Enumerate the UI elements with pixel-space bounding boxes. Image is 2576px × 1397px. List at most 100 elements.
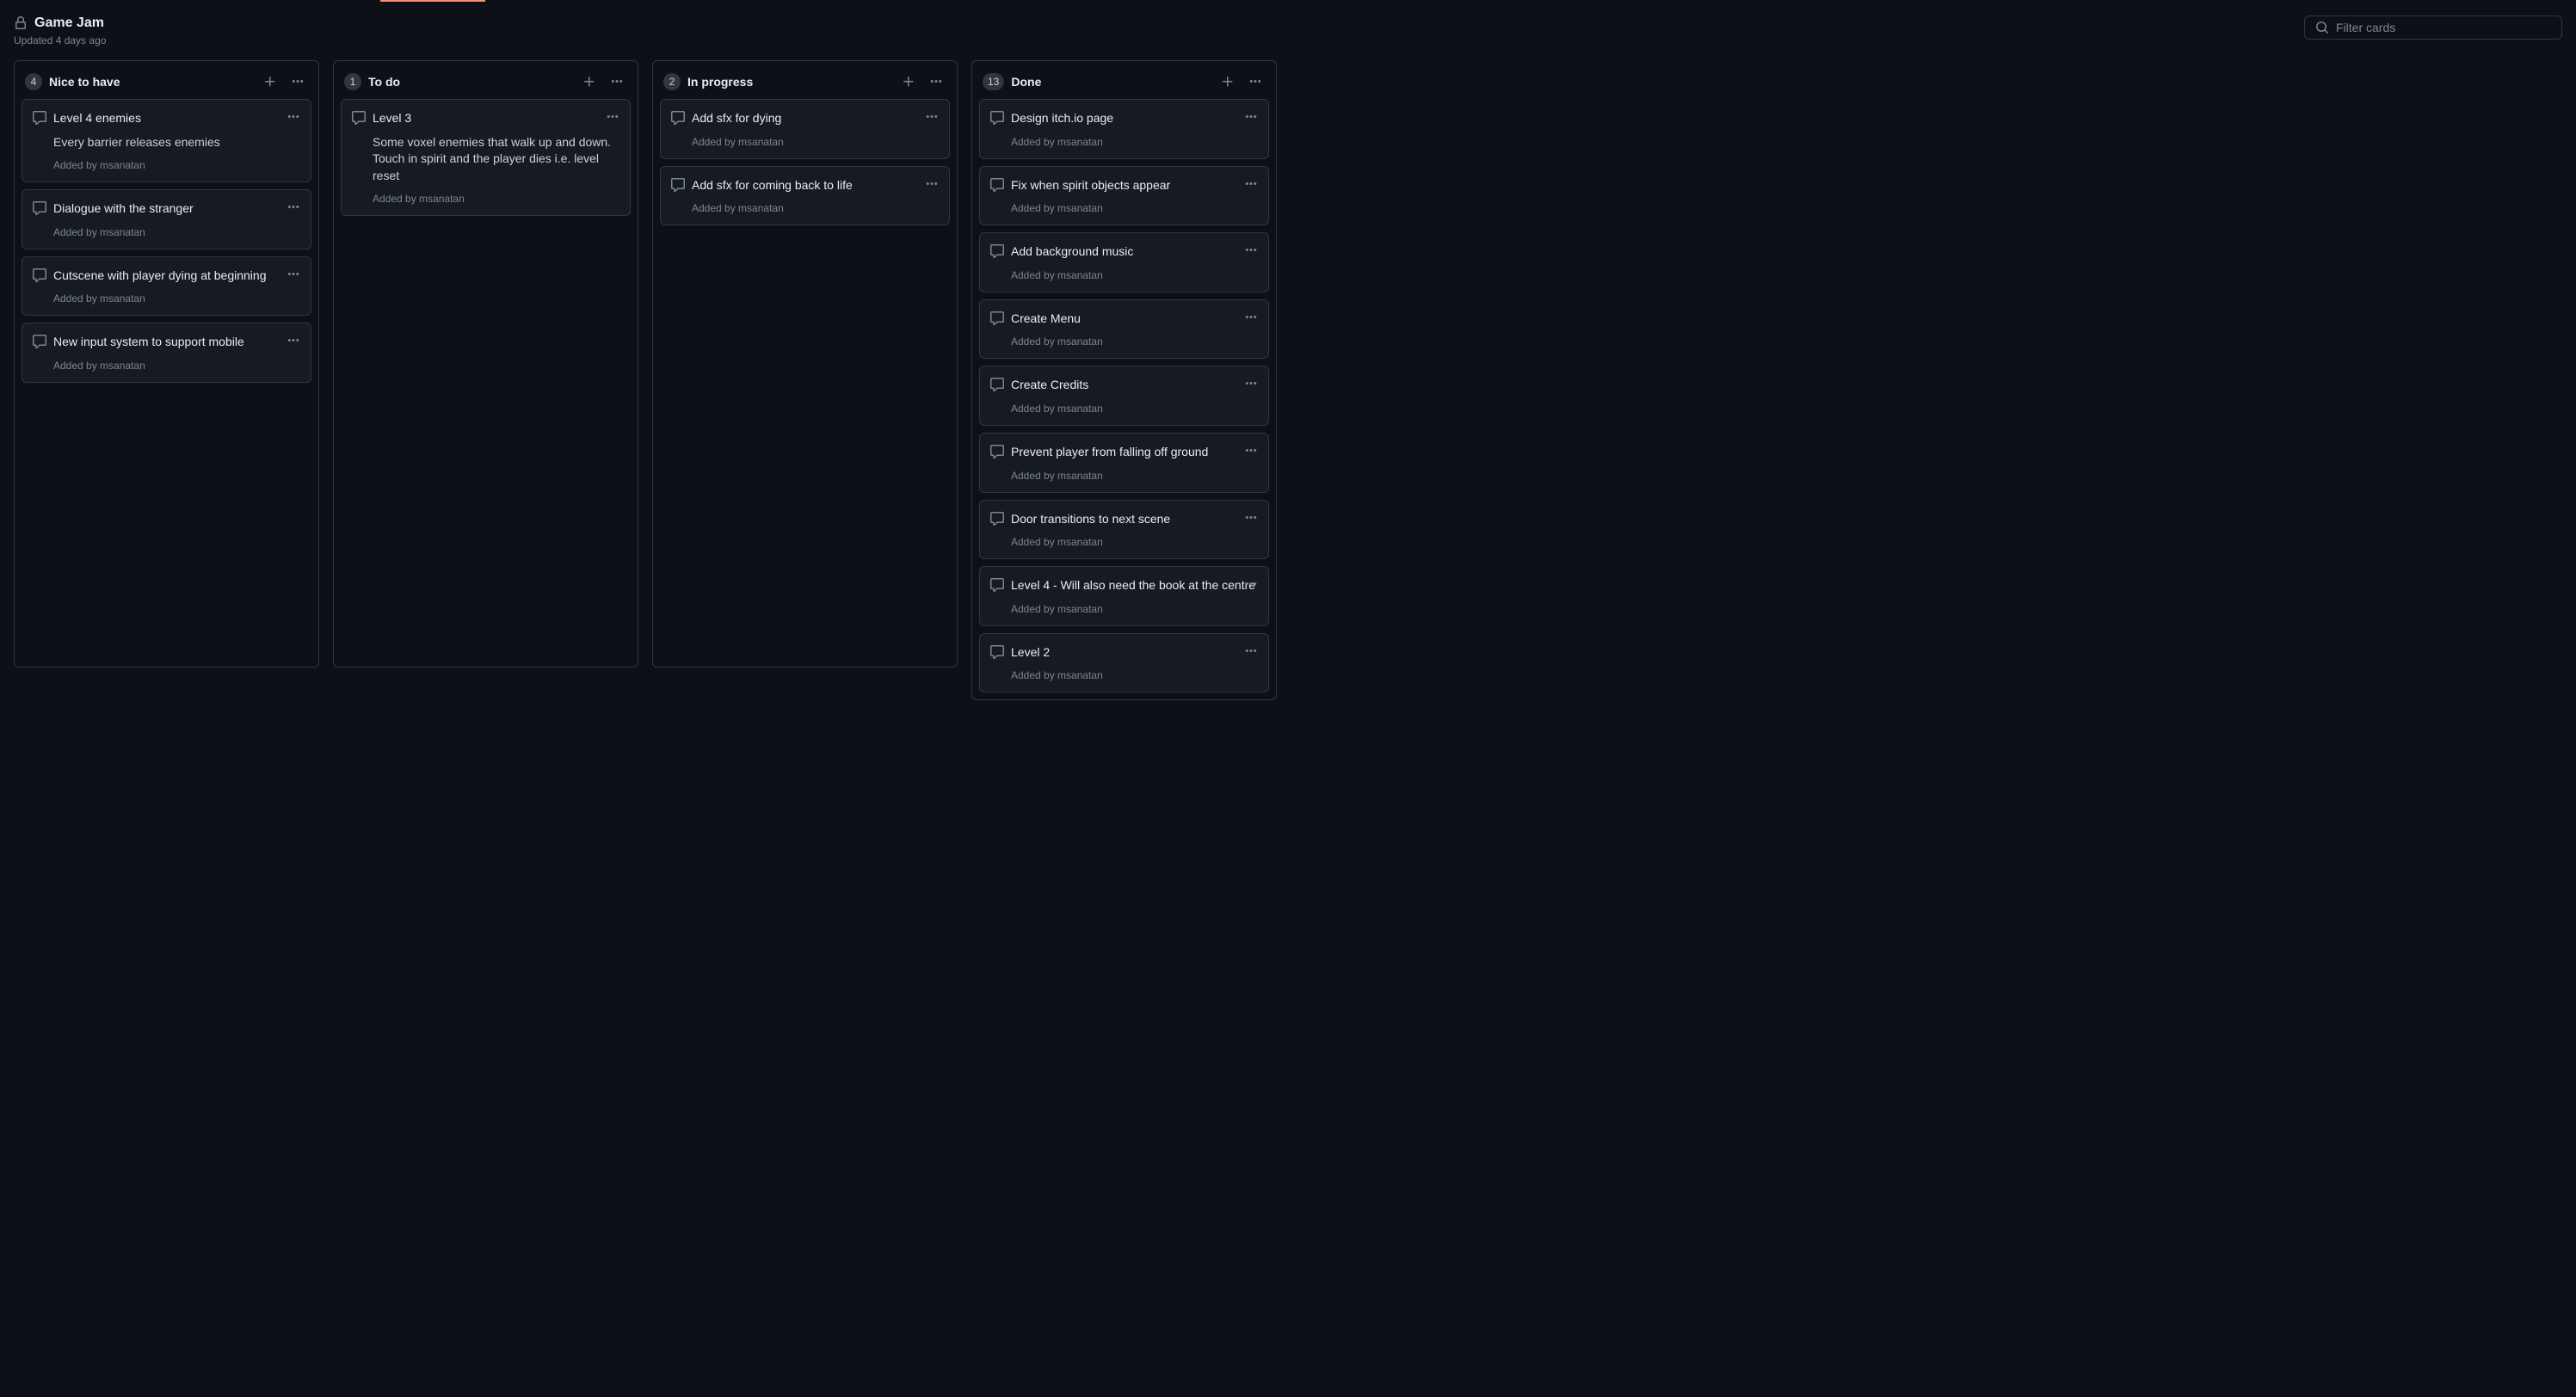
search-icon xyxy=(2315,21,2329,34)
card-title: Level 4 enemies xyxy=(53,110,300,127)
filter-cards-search[interactable] xyxy=(2304,15,2562,40)
card-user-link[interactable]: msanatan xyxy=(419,193,465,205)
column-title: Nice to have xyxy=(49,75,253,89)
card-user-link[interactable]: msanatan xyxy=(738,136,784,148)
card-title: Add background music xyxy=(1011,243,1258,261)
card[interactable]: Level 2Added by msanatan xyxy=(979,633,1269,693)
card-user-link[interactable]: msanatan xyxy=(738,202,784,214)
card-user-link[interactable]: msanatan xyxy=(1057,403,1103,415)
card-user-link[interactable]: msanatan xyxy=(1057,202,1103,214)
card-menu-button[interactable] xyxy=(1241,373,1261,394)
card-added-by: Added by msanatan xyxy=(53,360,300,372)
card-menu-button[interactable] xyxy=(1241,440,1261,461)
card[interactable]: New input system to support mobile Added … xyxy=(22,323,311,383)
card-user-link[interactable]: msanatan xyxy=(1057,603,1103,615)
card-menu-button[interactable] xyxy=(1241,307,1261,328)
card-menu-button[interactable] xyxy=(1241,574,1261,594)
note-icon xyxy=(990,445,1004,458)
card-title-row: Add sfx for coming back to life xyxy=(671,177,939,194)
card[interactable]: Add sfx for coming back to life Added by … xyxy=(660,166,950,226)
kanban-board: 4Nice to haveLevel 4 enemiesEvery barrie… xyxy=(0,53,2576,714)
column: 1To doLevel 3Some voxel enemies that wal… xyxy=(333,60,638,668)
card-title: Create Menu xyxy=(1011,311,1258,328)
card[interactable]: Level 4 - Will also need the book at the… xyxy=(979,566,1269,626)
card-menu-button[interactable] xyxy=(1241,508,1261,528)
card-menu-button[interactable] xyxy=(602,107,623,127)
note-icon xyxy=(990,645,1004,659)
card-added-by: Added by msanatan xyxy=(1011,335,1258,348)
card-menu-button[interactable] xyxy=(283,197,304,218)
card-title-row: Add sfx for dying xyxy=(671,110,939,127)
card-menu-button[interactable] xyxy=(283,264,304,285)
column-menu-button[interactable] xyxy=(607,71,627,92)
add-card-button[interactable] xyxy=(1217,71,1238,92)
card-title: New input system to support mobile xyxy=(53,334,300,351)
card-menu-button[interactable] xyxy=(1241,240,1261,261)
card-title: Add sfx for dying xyxy=(692,110,939,127)
card-menu-button[interactable] xyxy=(1241,174,1261,194)
card[interactable]: Create Menu Added by msanatan xyxy=(979,299,1269,360)
column-title: To do xyxy=(368,75,572,89)
card-user-link[interactable]: msanatan xyxy=(100,226,145,238)
card[interactable]: Create CreditsAdded by msanatan xyxy=(979,366,1269,426)
card[interactable]: Level 3Some voxel enemies that walk up a… xyxy=(341,99,631,216)
note-icon xyxy=(990,178,1004,192)
add-card-button[interactable] xyxy=(898,71,919,92)
column-menu-button[interactable] xyxy=(1245,71,1266,92)
card[interactable]: Prevent player from falling off groundAd… xyxy=(979,433,1269,493)
add-card-button[interactable] xyxy=(579,71,600,92)
card-added-by: Added by msanatan xyxy=(1011,136,1258,148)
card-menu-button[interactable] xyxy=(921,107,942,127)
card-user-link[interactable]: msanatan xyxy=(1057,669,1103,681)
card-added-by: Added by msanatan xyxy=(1011,536,1258,548)
card-title-row: Level 4 enemies xyxy=(33,110,300,127)
card[interactable]: Level 4 enemiesEvery barrier releases en… xyxy=(22,99,311,182)
card-added-by: Added by msanatan xyxy=(1011,202,1258,214)
search-input[interactable] xyxy=(2336,21,2551,34)
card-menu-button[interactable] xyxy=(283,330,304,351)
card[interactable]: Add sfx for dyingAdded by msanatan xyxy=(660,99,950,159)
card-menu-button[interactable] xyxy=(1241,107,1261,127)
card-menu-button[interactable] xyxy=(1241,641,1261,662)
card-user-link[interactable]: msanatan xyxy=(100,292,145,305)
card-menu-button[interactable] xyxy=(283,107,304,127)
project-title: Game Jam xyxy=(34,15,104,31)
card[interactable]: Dialogue with the strangerAdded by msana… xyxy=(22,189,311,249)
project-header: Game Jam Updated 4 days ago xyxy=(0,2,2576,53)
column-menu-button[interactable] xyxy=(287,71,308,92)
card-title-row: Level 2 xyxy=(990,644,1258,662)
card-added-by: Added by msanatan xyxy=(373,193,619,205)
card-list: Level 3Some voxel enemies that walk up a… xyxy=(341,99,631,216)
card-user-link[interactable]: msanatan xyxy=(1057,269,1103,281)
card-user-link[interactable]: msanatan xyxy=(1057,470,1103,482)
card-added-by: Added by msanatan xyxy=(1011,603,1258,615)
card-title-row: Add background music xyxy=(990,243,1258,261)
card-title-row: New input system to support mobile xyxy=(33,334,300,351)
card-user-link[interactable]: msanatan xyxy=(100,360,145,372)
note-icon xyxy=(990,512,1004,526)
card-title-row: Prevent player from falling off ground xyxy=(990,444,1258,461)
title-block: Game Jam Updated 4 days ago xyxy=(14,15,106,46)
card-user-link[interactable]: msanatan xyxy=(1057,335,1103,348)
card-title: Level 2 xyxy=(1011,644,1258,662)
card[interactable]: Design itch.io pageAdded by msanatan xyxy=(979,99,1269,159)
card[interactable]: Fix when spirit objects appear Added by m… xyxy=(979,166,1269,226)
card-added-by: Added by msanatan xyxy=(692,202,939,214)
card[interactable]: Add background musicAdded by msanatan xyxy=(979,232,1269,292)
card-list: Add sfx for dyingAdded by msanatanAdd sf… xyxy=(660,99,950,225)
card[interactable]: Door transitions to next sceneAdded by m… xyxy=(979,500,1269,560)
card-user-link[interactable]: msanatan xyxy=(1057,536,1103,548)
column-menu-button[interactable] xyxy=(926,71,946,92)
card[interactable]: Cutscene with player dying at beginningA… xyxy=(22,256,311,317)
card-title-row: Cutscene with player dying at beginning xyxy=(33,268,300,285)
card-title-row: Fix when spirit objects appear xyxy=(990,177,1258,194)
note-icon xyxy=(352,111,366,125)
card-title: Level 4 - Will also need the book at the… xyxy=(1011,577,1258,594)
card-user-link[interactable]: msanatan xyxy=(100,159,145,171)
note-icon xyxy=(33,335,46,348)
card-description: Some voxel enemies that walk up and down… xyxy=(373,134,619,185)
card-user-link[interactable]: msanatan xyxy=(1057,136,1103,148)
card-menu-button[interactable] xyxy=(921,174,942,194)
column-header: 4Nice to have xyxy=(22,68,311,99)
add-card-button[interactable] xyxy=(260,71,280,92)
